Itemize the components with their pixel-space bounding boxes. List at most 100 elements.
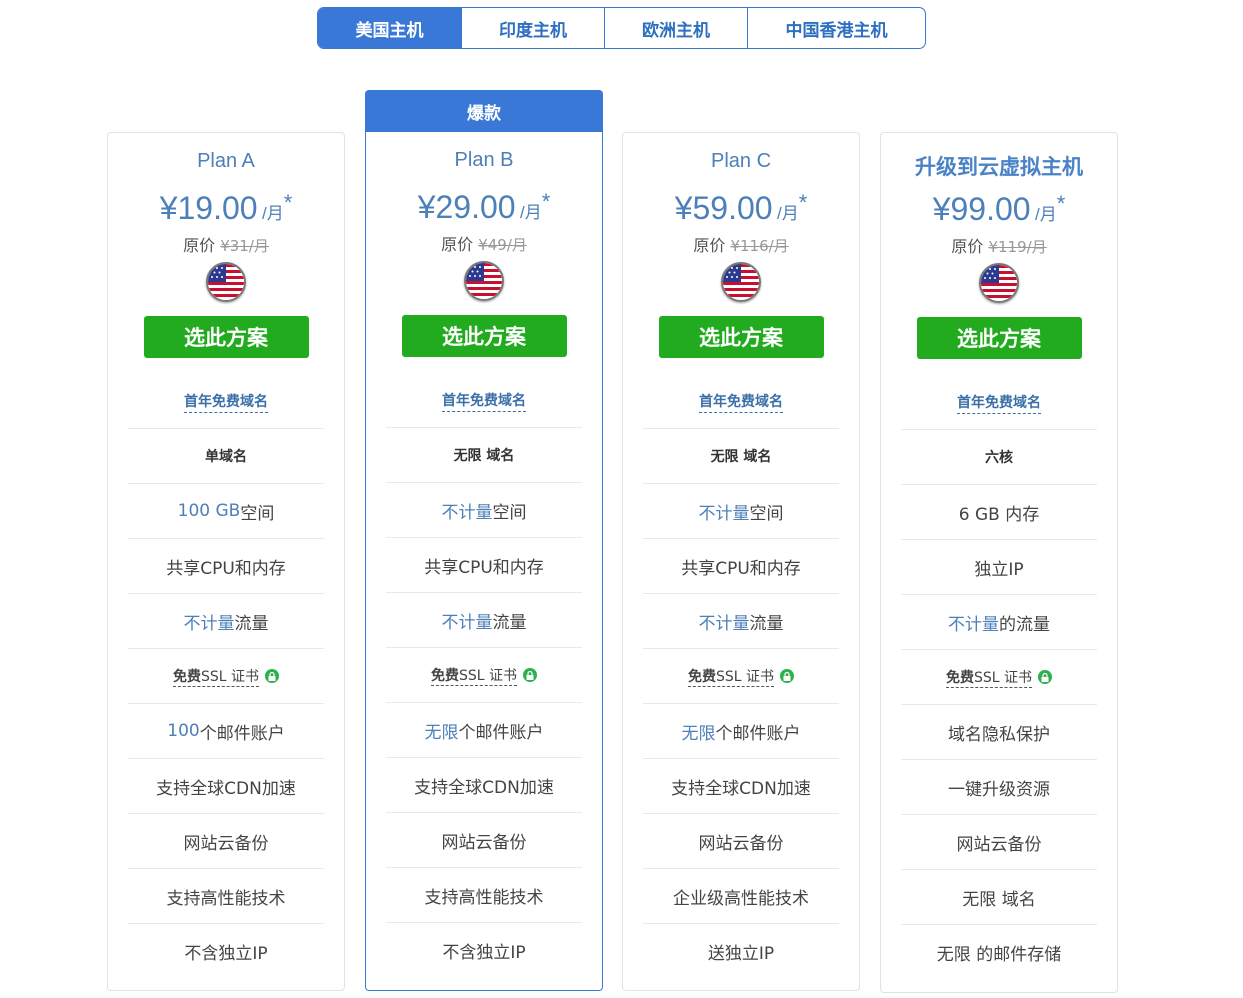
feature-email: 100 个邮件账户 <box>128 703 324 758</box>
free-domain-link[interactable]: 首年免费域名 <box>442 390 526 412</box>
original-price: ¥31/月 <box>220 237 269 255</box>
choose-plan-button[interactable]: 选此方案 <box>916 317 1082 359</box>
feature-dedicated-ip: 独立IP <box>901 539 1097 594</box>
feature-domains: 无限 域名 <box>643 428 839 483</box>
feature-domains: 单域名 <box>128 428 324 483</box>
feature-ssl: 免费SSL 证书 <box>901 649 1097 704</box>
feature-ssl: 免费SSL 证书 <box>128 648 324 703</box>
tab-europe-hosting[interactable]: 欧洲主机 <box>604 8 747 48</box>
ssl-text: SSL 证书 <box>973 669 1033 686</box>
feature-ip: 送独立IP <box>643 923 839 978</box>
original-price-row: 原价 ¥116/月 <box>623 232 859 255</box>
per-month: /月 <box>1035 205 1057 224</box>
plan-price: ¥59.00 <box>674 190 773 226</box>
ssl-text: SSL 证书 <box>200 668 260 685</box>
ssl-link[interactable]: 免费SSL 证书 <box>172 666 260 687</box>
feature-backup: 网站云备份 <box>128 813 324 868</box>
pricing-page: 美国主机 印度主机 欧洲主机 中国香港主机 爆款 Plan A ¥19.00 /… <box>0 0 1243 998</box>
feature-list: 首年免费域名 无限 域名 不计量 空间 共享CPU和内存 不计量 流量 免费SS… <box>643 376 839 978</box>
ssl-link[interactable]: 免费SSL 证书 <box>945 667 1033 688</box>
tab-india-hosting[interactable]: 印度主机 <box>461 8 604 48</box>
feature-email-storage: 无限 的邮件存储 <box>901 924 1097 979</box>
plan-price: ¥99.00 <box>932 191 1031 227</box>
choose-plan-button[interactable]: 选此方案 <box>658 316 824 358</box>
ssl-link[interactable]: 免费SSL 证书 <box>687 666 775 687</box>
feature-storage: 不计量 空间 <box>643 483 839 538</box>
original-price: ¥116/月 <box>730 237 789 255</box>
plan-card-a: Plan A ¥19.00 /月* 原价 ¥31/月 选此方案 首年免费域名 单… <box>107 132 345 991</box>
free-domain-link[interactable]: 首年免费域名 <box>957 392 1041 414</box>
asterisk: * <box>1056 191 1066 216</box>
plan-name: 升级到云虚拟主机 <box>915 156 1083 179</box>
price-row: ¥99.00 /月* <box>881 191 1117 227</box>
feature-traffic: 不计量 流量 <box>643 593 839 648</box>
feature-domains: 无限 域名 <box>901 869 1097 924</box>
us-flag-icon <box>979 263 1019 303</box>
feature-storage: 100 GB 空间 <box>128 483 324 538</box>
free-domain-link[interactable]: 首年免费域名 <box>699 391 783 413</box>
ssl-bold: 免费 <box>430 667 459 684</box>
tab-us-hosting[interactable]: 美国主机 <box>318 8 461 48</box>
original-price-label: 原价 <box>693 236 726 255</box>
feature-cdn: 支持全球CDN加速 <box>643 758 839 813</box>
ssl-text: SSL 证书 <box>458 667 518 684</box>
us-flag-icon <box>464 261 504 301</box>
asterisk: * <box>541 189 551 214</box>
feature-traffic: 不计量 流量 <box>128 593 324 648</box>
feature-backup: 网站云备份 <box>643 813 839 868</box>
feature-highlight: 无限 <box>681 723 716 744</box>
feature-highlight: 100 GB <box>177 501 241 521</box>
feature-upgrade: 一键升级资源 <box>901 759 1097 814</box>
feature-performance: 支持高性能技术 <box>128 868 324 923</box>
feature-cpu: 共享CPU和内存 <box>128 538 324 593</box>
feature-privacy: 域名隐私保护 <box>901 704 1097 759</box>
original-price: ¥119/月 <box>988 238 1047 256</box>
feature-highlight: 无限 <box>424 722 459 743</box>
plan-card-b: Plan B ¥29.00 /月* 原价 ¥49/月 选此方案 首年免费域名 无… <box>365 132 603 991</box>
plan-name: Plan C <box>710 150 772 172</box>
feature-free-domain: 首年免费域名 <box>643 376 839 428</box>
price-row: ¥19.00 /月* <box>108 190 344 226</box>
feature-storage: 不计量 空间 <box>386 482 582 537</box>
feature-text: 空间 <box>240 503 275 524</box>
lock-icon <box>780 669 795 683</box>
featured-badge: 爆款 <box>365 90 603 132</box>
feature-ssl: 免费SSL 证书 <box>386 647 582 702</box>
per-month: /月 <box>777 204 799 223</box>
feature-text: 空间 <box>492 502 527 523</box>
feature-text: 流量 <box>749 613 784 634</box>
feature-highlight: 不计量 <box>698 613 750 634</box>
feature-cdn: 支持全球CDN加速 <box>386 757 582 812</box>
feature-text: 的流量 <box>999 614 1050 635</box>
price-row: ¥59.00 /月* <box>623 190 859 226</box>
feature-highlight: 不计量 <box>698 503 750 524</box>
feature-email: 无限 个邮件账户 <box>643 703 839 758</box>
feature-performance: 企业级高性能技术 <box>643 868 839 923</box>
ssl-bold: 免费 <box>172 668 201 685</box>
feature-highlight: 不计量 <box>948 614 999 635</box>
choose-plan-button[interactable]: 选此方案 <box>143 316 309 358</box>
tab-hongkong-hosting[interactable]: 中国香港主机 <box>747 8 925 48</box>
feature-cores: 六核 <box>901 429 1097 484</box>
ssl-link[interactable]: 免费SSL 证书 <box>430 665 518 686</box>
original-price-row: 原价 ¥49/月 <box>366 231 602 254</box>
original-price-label: 原价 <box>183 236 216 255</box>
plan-price: ¥29.00 <box>417 189 516 225</box>
choose-plan-button[interactable]: 选此方案 <box>401 315 567 357</box>
feature-free-domain: 首年免费域名 <box>128 376 324 428</box>
per-month: /月 <box>262 204 284 223</box>
original-price-label: 原价 <box>441 235 474 254</box>
lock-icon <box>523 668 538 682</box>
feature-backup: 网站云备份 <box>386 812 582 867</box>
lock-icon <box>265 669 280 683</box>
original-price-row: 原价 ¥119/月 <box>881 233 1117 256</box>
feature-highlight: 不计量 <box>441 502 493 523</box>
feature-ip: 不含独立IP <box>386 922 582 977</box>
feature-text: 流量 <box>234 613 269 634</box>
free-domain-link[interactable]: 首年免费域名 <box>184 391 268 413</box>
feature-text: 空间 <box>749 503 784 524</box>
feature-cdn: 支持全球CDN加速 <box>128 758 324 813</box>
feature-ip: 不含独立IP <box>128 923 324 978</box>
feature-highlight: 不计量 <box>183 613 235 634</box>
feature-text: 流量 <box>492 612 527 633</box>
